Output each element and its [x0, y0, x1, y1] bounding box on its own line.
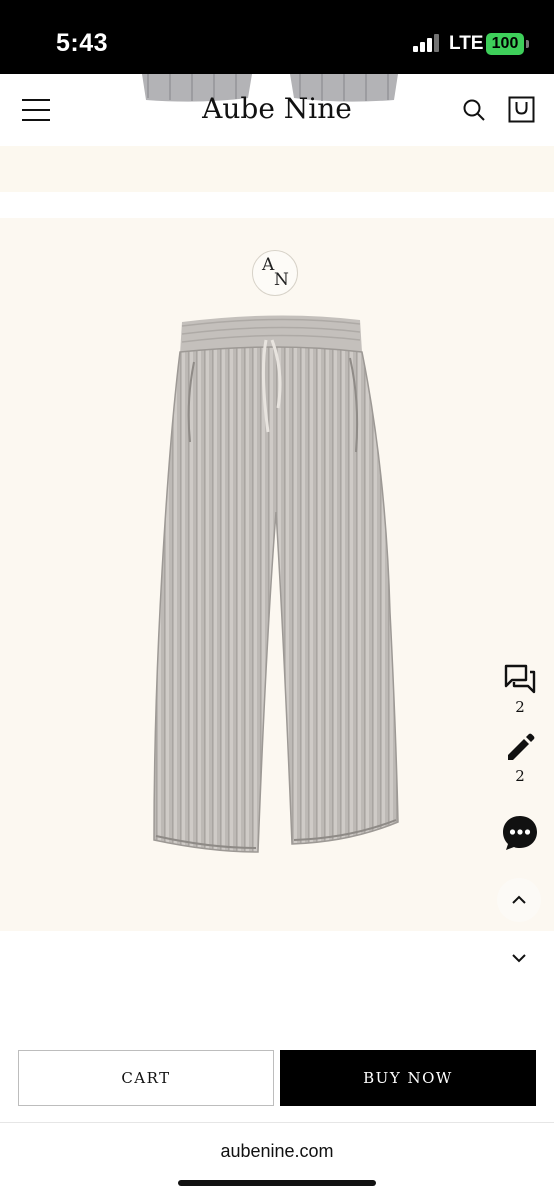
hamburger-menu-icon[interactable]	[22, 99, 50, 121]
logo-letter-a: A	[262, 255, 275, 275]
image-gap	[0, 192, 554, 218]
cart-button[interactable]: CART	[18, 1050, 274, 1106]
brand-link[interactable]: Aube Nine	[202, 92, 352, 125]
buy-now-button[interactable]: BUY NOW	[280, 1050, 536, 1106]
logo-letter-n: N	[274, 270, 289, 290]
chat-dots-icon[interactable]	[502, 815, 538, 851]
url-text[interactable]: aubenine.com	[0, 1141, 554, 1162]
network-label: LTE	[449, 33, 484, 54]
write-review-pencil-icon[interactable]	[505, 733, 535, 763]
previous-image-edge	[0, 146, 554, 192]
home-indicator[interactable]	[178, 1180, 376, 1186]
status-bar: 5:43 LTE 100	[0, 0, 554, 74]
qa-chat-bubbles-icon[interactable]	[504, 664, 536, 694]
scroll-down-button[interactable]	[497, 936, 541, 980]
status-time: 5:43	[56, 29, 109, 57]
chevron-down-icon	[512, 954, 526, 963]
qa-count: 2	[515, 698, 525, 716]
review-count: 2	[515, 767, 525, 785]
scroll-up-button[interactable]	[497, 878, 541, 922]
signal-icon	[413, 34, 441, 52]
search-icon[interactable]	[462, 98, 486, 122]
battery-icon: 100	[486, 33, 524, 55]
chevron-up-icon	[512, 895, 526, 904]
product-photo-pants	[153, 315, 399, 853]
shopping-bag-icon[interactable]	[508, 96, 535, 123]
battery-nub	[526, 40, 529, 48]
